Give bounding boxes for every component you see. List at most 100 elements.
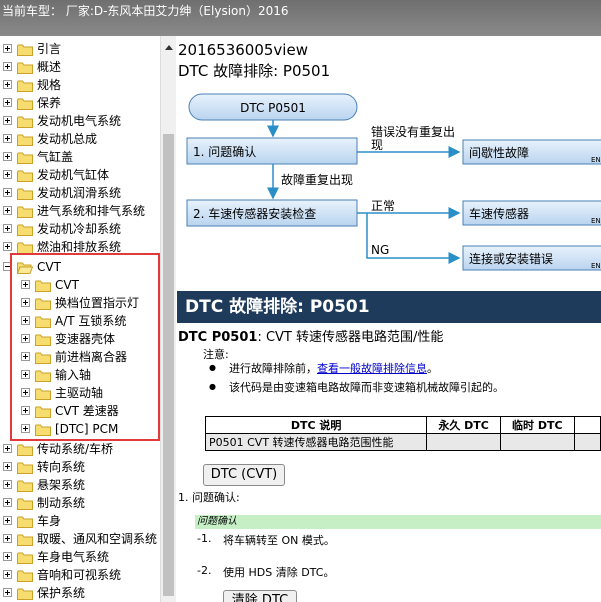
expand-icon[interactable] bbox=[3, 552, 12, 561]
flow-start-label: DTC P0501 bbox=[240, 101, 306, 115]
expand-icon[interactable] bbox=[21, 352, 30, 361]
tree-item[interactable]: 概述 bbox=[0, 58, 160, 76]
tree-item[interactable]: 气缸盖 bbox=[0, 148, 160, 166]
scroll-thumb[interactable] bbox=[163, 134, 174, 596]
tree-item-label: 发动机电气系统 bbox=[37, 114, 122, 128]
expand-icon[interactable] bbox=[21, 370, 30, 379]
expand-icon[interactable] bbox=[3, 444, 12, 453]
flow-step-2-label: 2. 车速传感器安装检查 bbox=[193, 206, 316, 221]
tree-item-label: 燃油和排放系统 bbox=[37, 240, 122, 254]
tree-child-item[interactable]: 输入轴 bbox=[0, 366, 160, 384]
tree-child-item[interactable]: A/T 互锁系统 bbox=[0, 312, 160, 330]
window-title: 当前车型： 厂家:D-东风本田艾力绅（Elysion）2016 bbox=[2, 4, 289, 18]
dtc-cvt-button[interactable]: DTC (CVT) bbox=[203, 464, 285, 486]
expand-icon[interactable] bbox=[21, 406, 30, 415]
folder-icon bbox=[17, 551, 33, 564]
note-1-text: 进行故障排除前， bbox=[229, 362, 317, 375]
expand-icon[interactable] bbox=[21, 388, 30, 397]
tree-child-item[interactable]: CVT bbox=[0, 276, 160, 294]
tree-child-item[interactable]: CVT 差速器 bbox=[0, 402, 160, 420]
expand-icon[interactable] bbox=[21, 316, 30, 325]
expand-icon[interactable] bbox=[21, 334, 30, 343]
navigation-tree[interactable]: 引言 概述规格保养发动机电气系统发动机总成 气缸盖 发动机气缸体 发动机润滑系统 进气系统… bbox=[0, 36, 160, 602]
flow-en-link-2[interactable]: EN bbox=[591, 217, 601, 225]
expand-icon[interactable] bbox=[21, 280, 30, 289]
expand-icon[interactable] bbox=[21, 298, 30, 307]
tree-item[interactable]: 进气系统和排气系统 bbox=[0, 202, 160, 220]
clear-dtc-button[interactable]: 清除 DTC bbox=[223, 590, 297, 602]
folder-open-icon bbox=[16, 261, 34, 274]
tree-item-label: CVT bbox=[37, 260, 61, 274]
tree-item-label: 规格 bbox=[37, 78, 62, 92]
tree-scrollbar[interactable] bbox=[160, 36, 176, 602]
scroll-up-arrow-icon[interactable] bbox=[165, 45, 173, 50]
tree-item[interactable]: 发动机电气系统 bbox=[0, 112, 160, 130]
expand-icon[interactable] bbox=[3, 62, 12, 71]
tree-child-item[interactable]: 前进档离合器 bbox=[0, 348, 160, 366]
tree-item[interactable]: 规格 bbox=[0, 76, 160, 94]
expand-icon[interactable] bbox=[3, 534, 12, 543]
tree-item[interactable]: 发动机气缸体 bbox=[0, 166, 160, 184]
folder-icon bbox=[35, 387, 51, 400]
document-pane[interactable]: 2016536005view DTC 故障排除: P0501 DTC P0501… bbox=[177, 36, 601, 602]
tree-item[interactable]: 保养 bbox=[0, 94, 160, 112]
tree-item[interactable]: 悬架系统 bbox=[0, 476, 160, 494]
general-troubleshooting-link[interactable]: 查看一般故障排除信息 bbox=[317, 362, 427, 375]
tree-item-label: 制动系统 bbox=[37, 496, 86, 510]
tree-item[interactable]: 燃油和排放系统 bbox=[0, 238, 160, 256]
expand-icon[interactable] bbox=[3, 44, 12, 53]
step-b-number: -2. bbox=[197, 564, 212, 577]
tree-item-label: A/T 互锁系统 bbox=[55, 314, 127, 328]
flow-result-intermittent-label: 间歇性故障 bbox=[469, 145, 529, 160]
sub-heading: 问题确认 bbox=[197, 516, 237, 527]
expand-icon[interactable] bbox=[3, 134, 12, 143]
flow-en-link-3[interactable]: EN bbox=[591, 262, 601, 270]
expand-icon[interactable] bbox=[3, 224, 12, 233]
tree-child-item[interactable]: 换档位置指示灯 bbox=[0, 294, 160, 312]
tree-item[interactable]: 取暖、通风和空调系统 bbox=[0, 530, 160, 548]
tree-item[interactable]: 音响和可视系统 bbox=[0, 566, 160, 584]
expand-icon[interactable] bbox=[3, 170, 12, 179]
expand-icon[interactable] bbox=[3, 498, 12, 507]
tree-item[interactable]: 保护系统 bbox=[0, 584, 160, 602]
flow-en-link-1[interactable]: EN bbox=[591, 156, 601, 164]
folder-icon bbox=[17, 205, 33, 218]
expand-icon[interactable] bbox=[3, 206, 12, 215]
folder-icon bbox=[17, 97, 33, 110]
expand-icon[interactable] bbox=[3, 516, 12, 525]
expand-icon[interactable] bbox=[3, 462, 12, 471]
tree-item-label: 发动机冷却系统 bbox=[37, 222, 122, 236]
expand-icon[interactable] bbox=[3, 480, 12, 489]
tree-item[interactable]: 发动机润滑系统 bbox=[0, 184, 160, 202]
tree-item[interactable]: 传动系统/车桥 bbox=[0, 440, 160, 458]
tree-item[interactable]: 引言 bbox=[0, 40, 160, 58]
expand-icon[interactable] bbox=[3, 152, 12, 161]
tree-item-label: 车身电气系统 bbox=[37, 550, 110, 564]
tree-item[interactable]: 发动机总成 bbox=[0, 130, 160, 148]
tree-child-item[interactable]: 变速器壳体 bbox=[0, 330, 160, 348]
expand-icon[interactable] bbox=[3, 188, 12, 197]
tree-item-label: 取暖、通风和空调系统 bbox=[37, 532, 158, 546]
section-1-title: 1. 问题确认: bbox=[178, 491, 240, 504]
dtc-code: DTC P0501 bbox=[178, 330, 258, 345]
tree-item[interactable]: 发动机冷却系统 bbox=[0, 220, 160, 238]
expand-icon[interactable] bbox=[21, 424, 30, 433]
tree-item[interactable]: 车身电气系统 bbox=[0, 548, 160, 566]
expand-icon[interactable] bbox=[3, 80, 12, 89]
flow-ok-label: 正常 bbox=[371, 199, 395, 213]
expand-icon[interactable] bbox=[3, 98, 12, 107]
tree-item-cvt[interactable]: CVT bbox=[0, 258, 160, 276]
expand-icon[interactable] bbox=[3, 116, 12, 125]
tree-item[interactable]: 制动系统 bbox=[0, 494, 160, 512]
tree-item[interactable]: 车身 bbox=[0, 512, 160, 530]
dtc-table-header: 永久 DTC bbox=[426, 416, 501, 434]
folder-icon bbox=[35, 333, 51, 346]
tree-child-item[interactable]: 主驱动轴 bbox=[0, 384, 160, 402]
collapse-icon[interactable] bbox=[3, 262, 12, 271]
tree-item[interactable]: 转向系统 bbox=[0, 458, 160, 476]
tree-child-item[interactable]: [DTC] PCM bbox=[0, 420, 160, 438]
expand-icon[interactable] bbox=[3, 242, 12, 251]
expand-icon[interactable] bbox=[3, 588, 12, 597]
expand-icon[interactable] bbox=[3, 570, 12, 579]
folder-icon bbox=[17, 115, 33, 128]
